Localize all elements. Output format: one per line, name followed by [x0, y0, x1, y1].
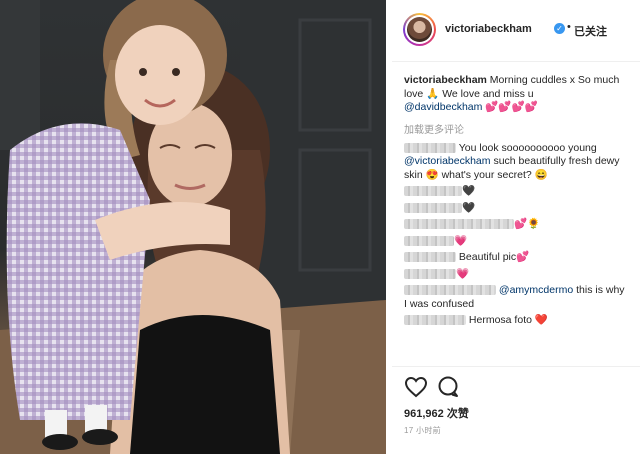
comment-mention[interactable]: @amymcdermo — [499, 284, 573, 296]
comment-suffix: 🖤 — [462, 185, 476, 197]
likes-count[interactable]: 961,962 次赞 — [404, 405, 469, 421]
caption-username[interactable]: victoriabeckham — [404, 74, 487, 86]
post-timestamp: 17 小时前 — [404, 426, 441, 435]
caption-emoji: 🙏 — [426, 87, 440, 100]
comment-bubble-icon[interactable] — [436, 375, 460, 399]
caption-mention[interactable]: @davidbeckham — [404, 101, 482, 113]
avatar-ring — [405, 15, 434, 44]
comment-item: Beautiful pic💕 — [404, 251, 630, 265]
comment-mention[interactable]: @victoriabeckham — [404, 155, 491, 167]
blurred-username — [404, 252, 456, 263]
post-sidebar: victoriabeckham ✓ • 已关注 victoriabeckham … — [392, 0, 640, 454]
comment-item: 💗 — [404, 268, 630, 282]
post-photo[interactable] — [0, 0, 386, 454]
heart-outline-icon[interactable] — [404, 375, 428, 399]
blurred-comment — [404, 186, 462, 197]
blurred-username — [404, 142, 456, 153]
comment-text: You look soooooooooo young — [458, 141, 597, 154]
blurred-username — [404, 285, 496, 296]
blurred-username — [404, 315, 466, 326]
separator: • — [567, 21, 571, 33]
load-more-comments[interactable]: 加载更多评论 — [404, 121, 630, 136]
action-bar: 961,962 次赞 17 小时前 — [392, 366, 640, 454]
comment-suffix: 💗 — [454, 234, 468, 247]
following-button[interactable]: 已关注 — [574, 23, 607, 39]
comment-text: Beautiful pic💕 — [458, 251, 530, 263]
comment-item: 💗 — [404, 235, 630, 249]
blurred-comment — [404, 235, 454, 246]
comment-suffix: 💗 — [456, 267, 470, 280]
photo-illustration — [0, 0, 386, 454]
comment-item: 🖤 — [404, 185, 630, 199]
caption: victoriabeckham Morning cuddles x So muc… — [404, 74, 630, 115]
avatar-image — [407, 17, 432, 42]
comment-item: Hermosa foto ❤️ — [404, 314, 630, 328]
comment-suffix: 🖤 — [462, 201, 476, 214]
comment-item: 💕🌻 — [404, 218, 630, 232]
verified-check-icon: ✓ — [554, 23, 565, 34]
avatar[interactable] — [403, 13, 436, 46]
comment-suffix: 💕🌻 — [514, 218, 541, 230]
caption-hearts: 💕💕💕💕 — [485, 101, 538, 113]
blurred-comment — [404, 268, 456, 279]
blurred-comment — [404, 202, 462, 213]
post-header: victoriabeckham ✓ • 已关注 — [392, 0, 640, 62]
comment-item: 🖤 — [404, 202, 630, 216]
username-link[interactable]: victoriabeckham — [445, 23, 532, 35]
comment-item: You look soooooooooo young @victoriabeck… — [404, 142, 630, 183]
blurred-comment — [404, 219, 514, 230]
comment-text: Hermosa foto ❤️ — [468, 314, 548, 326]
comment-list: victoriabeckham Morning cuddles x So muc… — [392, 62, 640, 366]
caption-text-2: We love and miss u — [442, 87, 534, 100]
comment-item: @amymcdermo this is why I was confused — [404, 284, 630, 311]
